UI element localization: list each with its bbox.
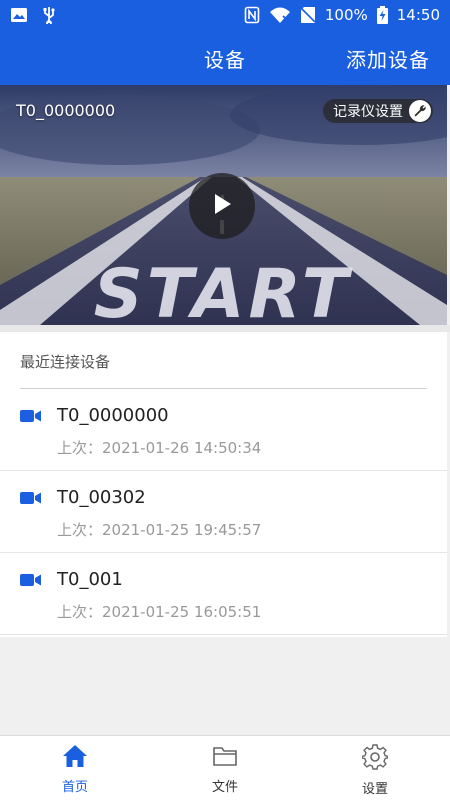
video-camera-icon (20, 572, 42, 592)
nav-files-label: 文件 (211, 780, 238, 795)
nfc-icon (244, 6, 260, 24)
wifi-off-icon (269, 6, 291, 24)
section-gap (0, 325, 450, 332)
recent-device-item[interactable]: T0_0000000 上次：2021-01-26 14:50:34 (0, 389, 447, 471)
recent-device-item[interactable]: T0_00302 上次：2021-01-25 19:45:57 (0, 471, 447, 553)
recent-device-item[interactable]: T0_001 上次：2021-01-25 16:05:51 (0, 553, 447, 635)
recorder-settings-button[interactable]: 记录仪设置 (323, 99, 433, 123)
last-connected-time: 上次：2021-01-26 14:50:34 (57, 439, 262, 457)
app-bar: 设备 添加设备 (0, 30, 450, 85)
wrench-icon (409, 100, 431, 122)
play-icon (211, 192, 233, 220)
recent-devices-section: 最近连接设备 T0_0000000 上次：2021-01-26 14:50:34… (0, 332, 447, 637)
last-connected-time: 上次：2021-01-25 19:45:57 (57, 521, 262, 539)
last-connected-time: 上次：2021-01-25 16:05:51 (57, 603, 262, 621)
home-icon (62, 744, 88, 772)
battery-level: 100% (324, 6, 368, 24)
road-start-text: START (94, 255, 353, 325)
nav-home[interactable]: 首页 (0, 736, 150, 800)
folder-icon (212, 744, 238, 772)
gear-icon (361, 744, 389, 774)
divider (0, 634, 447, 635)
nav-home-label: 首页 (61, 780, 88, 795)
clock: 14:50 (396, 6, 440, 24)
device-name: T0_001 (57, 569, 123, 590)
add-device-button[interactable]: 添加设备 (346, 44, 430, 73)
video-preview[interactable]: START T0_0000000 记录仪设置 (0, 85, 447, 325)
bottom-navigation: 首页 文件 设置 (0, 735, 450, 800)
nav-settings[interactable]: 设置 (300, 736, 450, 800)
play-button[interactable] (189, 173, 255, 239)
battery-charging-icon (376, 6, 388, 24)
status-bar: 100% 14:50 (0, 0, 450, 30)
recorder-settings-label: 记录仪设置 (333, 104, 403, 120)
image-icon (10, 6, 28, 24)
no-sim-icon (300, 6, 316, 24)
banner-device-name: T0_0000000 (16, 101, 116, 120)
video-camera-icon (20, 490, 42, 510)
nav-files[interactable]: 文件 (150, 736, 300, 800)
device-name: T0_0000000 (57, 405, 169, 426)
recent-devices-title: 最近连接设备 (20, 353, 111, 371)
nav-settings-label: 设置 (361, 782, 388, 797)
usb-icon (42, 6, 56, 24)
device-name: T0_00302 (57, 487, 146, 508)
video-camera-icon (20, 408, 42, 428)
